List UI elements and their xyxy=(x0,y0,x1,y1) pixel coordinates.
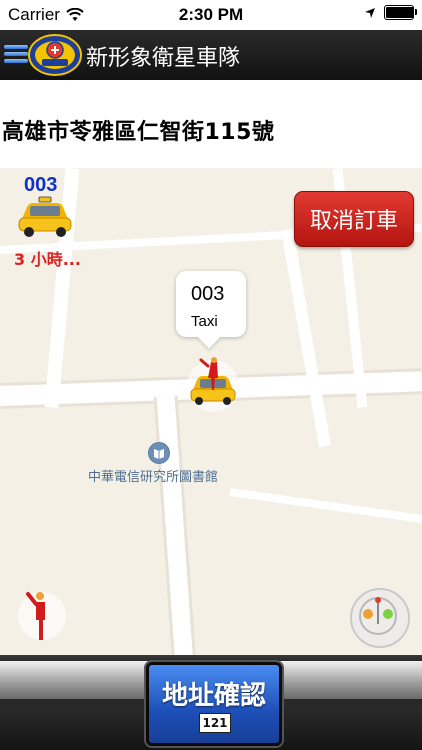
address-text: 高雄市苓雅區仁智街115號 xyxy=(2,120,275,145)
app-title: 新形象衛星車隊 xyxy=(86,46,241,71)
battery-icon xyxy=(384,5,417,20)
taxi-pin-icon[interactable] xyxy=(185,356,241,412)
map-view[interactable]: 中華電信研究所圖書館 003 Taxi 取消訂車 003 3 小時... xyxy=(0,168,422,655)
taxi-icon[interactable] xyxy=(16,195,74,239)
nav-bar: 新形象衛星車隊 xyxy=(0,30,422,80)
map-road xyxy=(280,228,332,448)
status-bar: Carrier 2:30 PM xyxy=(0,0,422,30)
poi-label[interactable]: 中華電信研究所圖書館 xyxy=(88,466,218,485)
cancel-order-button[interactable]: 取消訂車 xyxy=(294,191,414,247)
hailing-person-icon[interactable] xyxy=(18,586,66,642)
address-confirm-button[interactable]: 地址確認 121 xyxy=(146,662,282,746)
confirm-label: 地址確認 xyxy=(161,681,266,711)
status-right xyxy=(364,5,417,20)
confirm-badge: 121 xyxy=(199,713,231,733)
library-poi-icon[interactable] xyxy=(148,442,170,464)
address-panel: 高雄市苓雅區仁智街115號 xyxy=(0,80,422,168)
hamburger-menu-icon[interactable] xyxy=(4,43,28,65)
locate-me-icon[interactable] xyxy=(350,588,410,648)
driver-eta: 3 小時... xyxy=(14,250,81,269)
taxi-callout[interactable]: 003 Taxi xyxy=(176,271,246,337)
callout-title: 003 xyxy=(191,283,225,305)
location-arrow-icon xyxy=(365,7,375,18)
callout-subtitle: Taxi xyxy=(191,313,218,330)
status-time: 2:30 PM xyxy=(178,5,244,24)
driver-number: 003 xyxy=(24,174,58,196)
map-road xyxy=(229,488,422,524)
battery-fill xyxy=(386,7,414,18)
fleet-logo xyxy=(28,34,82,76)
